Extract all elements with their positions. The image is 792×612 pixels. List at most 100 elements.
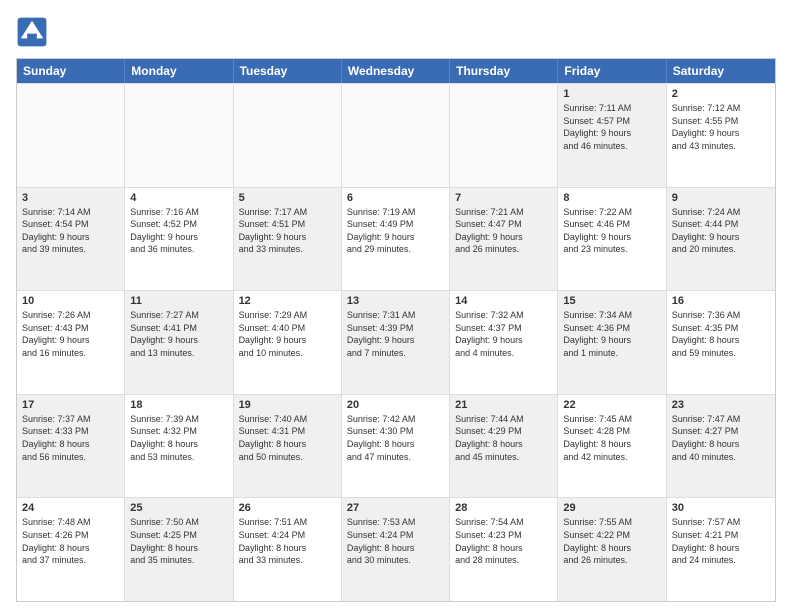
day-number: 14 [455,295,552,307]
day-number: 8 [563,192,660,204]
page: SundayMondayTuesdayWednesdayThursdayFrid… [0,0,792,612]
calendar-cell: 24Sunrise: 7:48 AM Sunset: 4:26 PM Dayli… [17,498,125,601]
day-info: Sunrise: 7:54 AM Sunset: 4:23 PM Dayligh… [455,516,552,566]
calendar-cell: 17 Sunrise: 7:37 AM Sunset: 4:33 PM Dayli… [17,395,125,498]
day-number: 28 [455,502,552,514]
day-info: Sunrise: 7:29 AM Sunset: 4:40 PM Dayligh… [239,309,336,359]
weekday-header-sunday: Sunday [17,59,125,83]
day-number: 19 [239,399,336,411]
calendar-cell: 12 Sunrise: 7:29 AM Sunset: 4:40 PM Dayli… [234,291,342,394]
day-number: 22 [563,399,660,411]
calendar-cell: 20 Sunrise: 7:42 AM Sunset: 4:30 PM Dayli… [342,395,450,498]
day-info: Sunrise: 7:21 AM Sunset: 4:47 PM Dayligh… [455,206,552,256]
calendar-cell: 22Sunrise: 7:45 AM Sunset: 4:28 PM Dayli… [558,395,666,498]
day-info: Sunrise: 7:26 AM Sunset: 4:43 PM Dayligh… [22,309,119,359]
calendar-header: SundayMondayTuesdayWednesdayThursdayFrid… [17,59,775,83]
calendar-cell: 6 Sunrise: 7:19 AM Sunset: 4:49 PM Daylig… [342,188,450,291]
calendar-cell: 13 Sunrise: 7:31 AM Sunset: 4:39 PM Dayli… [342,291,450,394]
day-number: 5 [239,192,336,204]
header [16,16,776,48]
calendar-cell: 21Sunrise: 7:44 AM Sunset: 4:29 PM Dayli… [450,395,558,498]
calendar: SundayMondayTuesdayWednesdayThursdayFrid… [16,58,776,602]
calendar-cell: 15 Sunrise: 7:34 AM Sunset: 4:36 PM Dayli… [558,291,666,394]
day-info: Sunrise: 7:47 AM Sunset: 4:27 PM Dayligh… [672,413,770,463]
calendar-row-5: 24Sunrise: 7:48 AM Sunset: 4:26 PM Dayli… [17,497,775,601]
day-info: Sunrise: 7:19 AM Sunset: 4:49 PM Dayligh… [347,206,444,256]
calendar-cell [450,84,558,187]
day-number: 6 [347,192,444,204]
calendar-cell: 29 Sunrise: 7:55 AM Sunset: 4:22 PM Dayli… [558,498,666,601]
day-number: 25 [130,502,227,514]
calendar-cell: 30 Sunrise: 7:57 AM Sunset: 4:21 PM Dayli… [667,498,775,601]
calendar-cell: 1Sunrise: 7:11 AM Sunset: 4:57 PM Daylig… [558,84,666,187]
day-number: 4 [130,192,227,204]
calendar-cell [342,84,450,187]
calendar-cell [17,84,125,187]
day-info: Sunrise: 7:17 AM Sunset: 4:51 PM Dayligh… [239,206,336,256]
weekday-header-saturday: Saturday [667,59,775,83]
day-info: Sunrise: 7:14 AM Sunset: 4:54 PM Dayligh… [22,206,119,256]
day-number: 17 [22,399,119,411]
logo-icon [16,16,48,48]
day-info: Sunrise: 7:53 AM Sunset: 4:24 PM Dayligh… [347,516,444,566]
day-info: Sunrise: 7:40 AM Sunset: 4:31 PM Dayligh… [239,413,336,463]
calendar-cell: 7 Sunrise: 7:21 AM Sunset: 4:47 PM Daylig… [450,188,558,291]
calendar-cell: 10 Sunrise: 7:26 AM Sunset: 4:43 PM Dayli… [17,291,125,394]
day-number: 27 [347,502,444,514]
day-number: 21 [455,399,552,411]
day-info: Sunrise: 7:57 AM Sunset: 4:21 PM Dayligh… [672,516,770,566]
day-info: Sunrise: 7:50 AM Sunset: 4:25 PM Dayligh… [130,516,227,566]
day-number: 7 [455,192,552,204]
day-info: Sunrise: 7:12 AM Sunset: 4:55 PM Dayligh… [672,102,770,152]
weekday-header-friday: Friday [558,59,666,83]
day-number: 2 [672,88,770,100]
calendar-cell: 23 Sunrise: 7:47 AM Sunset: 4:27 PM Dayli… [667,395,775,498]
calendar-cell [234,84,342,187]
day-number: 29 [563,502,660,514]
day-number: 24 [22,502,119,514]
day-number: 3 [22,192,119,204]
day-number: 1 [563,88,660,100]
day-info: Sunrise: 7:55 AM Sunset: 4:22 PM Dayligh… [563,516,660,566]
calendar-cell: 9Sunrise: 7:24 AM Sunset: 4:44 PM Daylig… [667,188,775,291]
day-info: Sunrise: 7:37 AM Sunset: 4:33 PM Dayligh… [22,413,119,463]
day-info: Sunrise: 7:27 AM Sunset: 4:41 PM Dayligh… [130,309,227,359]
weekday-header-wednesday: Wednesday [342,59,450,83]
calendar-cell: 3 Sunrise: 7:14 AM Sunset: 4:54 PM Daylig… [17,188,125,291]
calendar-cell: 26 Sunrise: 7:51 AM Sunset: 4:24 PM Dayli… [234,498,342,601]
day-info: Sunrise: 7:34 AM Sunset: 4:36 PM Dayligh… [563,309,660,359]
calendar-body: 1Sunrise: 7:11 AM Sunset: 4:57 PM Daylig… [17,83,775,601]
day-info: Sunrise: 7:39 AM Sunset: 4:32 PM Dayligh… [130,413,227,463]
day-number: 12 [239,295,336,307]
calendar-row-2: 3 Sunrise: 7:14 AM Sunset: 4:54 PM Daylig… [17,187,775,291]
day-number: 15 [563,295,660,307]
day-info: Sunrise: 7:31 AM Sunset: 4:39 PM Dayligh… [347,309,444,359]
day-info: Sunrise: 7:32 AM Sunset: 4:37 PM Dayligh… [455,309,552,359]
calendar-cell: 8 Sunrise: 7:22 AM Sunset: 4:46 PM Daylig… [558,188,666,291]
day-info: Sunrise: 7:22 AM Sunset: 4:46 PM Dayligh… [563,206,660,256]
day-number: 23 [672,399,770,411]
calendar-cell: 19 Sunrise: 7:40 AM Sunset: 4:31 PM Dayli… [234,395,342,498]
calendar-cell: 11 Sunrise: 7:27 AM Sunset: 4:41 PM Dayli… [125,291,233,394]
calendar-row-3: 10 Sunrise: 7:26 AM Sunset: 4:43 PM Dayli… [17,290,775,394]
logo [16,16,52,48]
day-number: 13 [347,295,444,307]
day-info: Sunrise: 7:42 AM Sunset: 4:30 PM Dayligh… [347,413,444,463]
calendar-cell [125,84,233,187]
calendar-cell: 28 Sunrise: 7:54 AM Sunset: 4:23 PM Dayli… [450,498,558,601]
day-info: Sunrise: 7:51 AM Sunset: 4:24 PM Dayligh… [239,516,336,566]
day-number: 16 [672,295,770,307]
day-number: 26 [239,502,336,514]
calendar-cell: 25 Sunrise: 7:50 AM Sunset: 4:25 PM Dayli… [125,498,233,601]
day-number: 9 [672,192,770,204]
calendar-cell: 16Sunrise: 7:36 AM Sunset: 4:35 PM Dayli… [667,291,775,394]
day-number: 20 [347,399,444,411]
calendar-row-1: 1Sunrise: 7:11 AM Sunset: 4:57 PM Daylig… [17,83,775,187]
weekday-header-tuesday: Tuesday [234,59,342,83]
day-number: 18 [130,399,227,411]
day-number: 30 [672,502,770,514]
weekday-header-monday: Monday [125,59,233,83]
day-number: 11 [130,295,227,307]
day-number: 10 [22,295,119,307]
calendar-cell: 27 Sunrise: 7:53 AM Sunset: 4:24 PM Dayli… [342,498,450,601]
